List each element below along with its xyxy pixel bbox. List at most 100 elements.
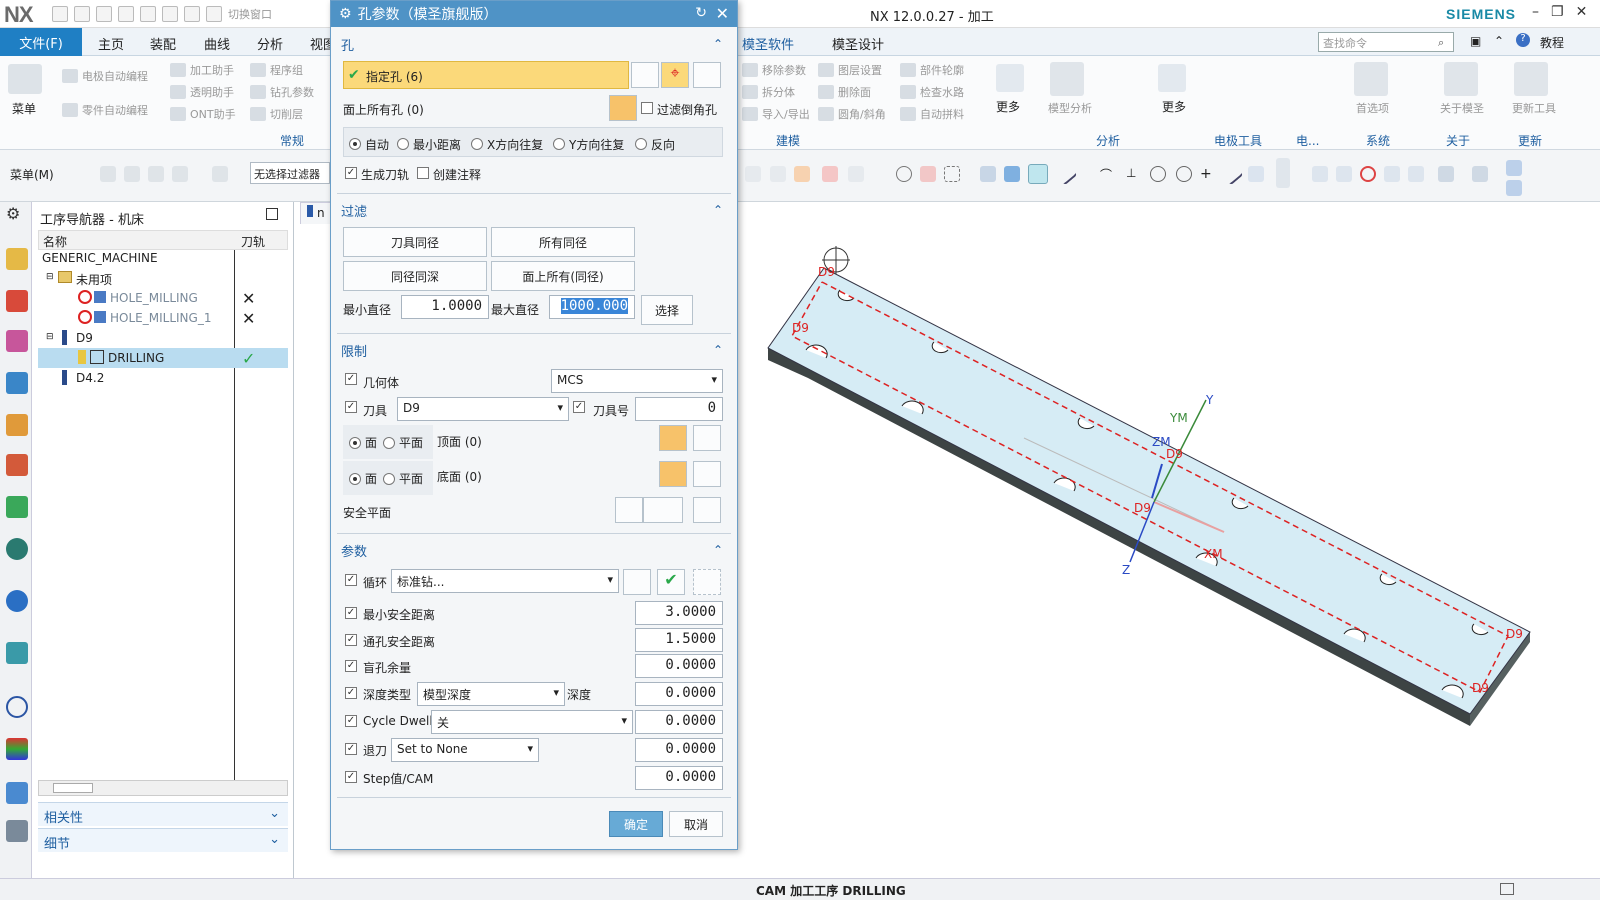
ribbon-part-auto[interactable]: 零件自动编程 [62, 102, 148, 118]
mode-auto-radio[interactable] [349, 138, 361, 150]
snap-icon[interactable] [100, 166, 116, 182]
fit-icon[interactable] [1312, 166, 1328, 182]
menu-dropdown[interactable]: 菜单(M) [10, 166, 54, 183]
more-analysis-icon[interactable] [1158, 64, 1186, 92]
cycle-apply-icon[interactable]: ✔ [657, 569, 685, 595]
ribbon-fillet-chamfer[interactable]: 圆角/斜角 [818, 106, 886, 122]
geometry-checkbox[interactable] [345, 373, 357, 385]
restore-icon[interactable]: ❐ [1551, 4, 1564, 20]
assembly-nav-icon[interactable] [6, 248, 28, 270]
tree-row[interactable]: ⊟ D9 [38, 328, 288, 348]
ribbon-options-icon[interactable]: ▣ [1470, 34, 1481, 48]
cycle-dwell-input[interactable]: 0.0000 [635, 710, 723, 734]
fullscreen-icon[interactable] [1500, 883, 1514, 895]
scrollbar-thumb[interactable] [53, 783, 93, 793]
preferences-icon[interactable] [1354, 62, 1388, 96]
rotate-icon[interactable] [1360, 166, 1376, 182]
cycle-dwell-checkbox[interactable] [345, 715, 357, 727]
about-icon[interactable] [1444, 62, 1478, 96]
snap-icon-3[interactable] [148, 166, 164, 182]
tree-row[interactable]: HOLE_MILLING ✕ [38, 288, 288, 308]
add-hole-icon[interactable] [631, 62, 659, 88]
ribbon-ont-helper[interactable]: ONT助手 [170, 106, 236, 122]
min-dia-input[interactable]: 1.0000 [401, 295, 489, 319]
bottom-face-brush-icon[interactable] [693, 461, 721, 487]
mode-y-zigzag-radio[interactable] [553, 138, 565, 150]
step-input[interactable]: 0.0000 [635, 766, 723, 790]
minimize-icon[interactable]: – [1532, 4, 1539, 20]
create-note-checkbox[interactable] [417, 167, 429, 179]
cut-icon[interactable] [96, 6, 112, 22]
ribbon-machining-helper[interactable]: 加工助手 [170, 62, 234, 78]
close-window-icon[interactable]: ✕ [1576, 4, 1588, 20]
curve-icon[interactable] [745, 166, 761, 182]
chevron-up-icon[interactable]: ⌃ [713, 37, 723, 51]
circle-icon[interactable] [1150, 166, 1166, 182]
ribbon-transparent-helper[interactable]: 透明助手 [170, 84, 234, 100]
command-search-input[interactable]: 查找命令 [1318, 32, 1454, 52]
line-2-icon[interactable] [1220, 162, 1244, 186]
ribbon-import-export[interactable]: 导入/导出 [742, 106, 810, 122]
arc-icon[interactable]: ⌒ [1100, 166, 1116, 182]
help-icon[interactable]: ? [1516, 33, 1530, 47]
tutorial-link[interactable]: 教程 [1540, 34, 1564, 51]
bottom-plane-radio[interactable] [383, 473, 395, 485]
ribbon-update-tools[interactable]: 更新工具 [1512, 100, 1556, 116]
layer-icon[interactable] [1276, 158, 1290, 188]
gen-toolpath-checkbox[interactable] [345, 167, 357, 179]
mode-min-dist-radio[interactable] [397, 138, 409, 150]
tree-row-selected[interactable]: DRILLING ✓ [38, 348, 288, 368]
point-target-icon[interactable]: ⌖ [661, 62, 689, 88]
web-browser-icon[interactable] [6, 642, 28, 664]
part-nav-icon[interactable] [6, 330, 28, 352]
depth-type-checkbox[interactable] [345, 687, 357, 699]
tree-row[interactable]: GENERIC_MACHINE [38, 248, 288, 268]
min-safe-checkbox[interactable] [345, 607, 357, 619]
details-panel[interactable]: 细节 ⌄ [38, 828, 288, 852]
tab-mosheng-design[interactable]: 模圣设计 [832, 34, 884, 53]
tangent-icon[interactable] [920, 166, 936, 182]
filter-chamfer-checkbox[interactable] [641, 102, 653, 114]
section-hole-header[interactable]: 孔 ⌃ [337, 33, 731, 59]
tab-analysis[interactable]: 分析 [257, 34, 283, 53]
library-icon[interactable] [6, 496, 28, 518]
tab-assembly[interactable]: 装配 [150, 34, 176, 53]
ribbon-auto-stock[interactable]: 自动拼料 [900, 106, 964, 122]
collapse-ribbon-icon[interactable]: ⌃ [1494, 34, 1504, 48]
thru-safe-input[interactable]: 1.5000 [635, 628, 723, 652]
tree-row[interactable]: HOLE_MILLING_1 ✕ [38, 308, 288, 328]
step-checkbox[interactable] [345, 771, 357, 783]
mode-reverse-radio[interactable] [635, 138, 647, 150]
ribbon-delete-face[interactable]: 删除面 [818, 84, 871, 100]
snap-icon-2[interactable] [124, 166, 140, 182]
search-icon[interactable]: ⌕ [1438, 36, 1444, 50]
palette-icon[interactable] [6, 738, 28, 760]
section-params-header[interactable]: 参数 ⌃ [337, 539, 731, 565]
ribbon-electrode-auto[interactable]: 电极自动编程 [62, 68, 148, 84]
undo-icon[interactable] [74, 6, 90, 22]
section-filter-header[interactable]: 过滤 ⌃ [337, 199, 731, 225]
thru-safe-checkbox[interactable] [345, 634, 357, 646]
switch-window-icon[interactable] [206, 6, 222, 22]
view-icon[interactable] [1248, 166, 1264, 182]
retract-select[interactable]: Set to None [391, 738, 539, 762]
repeat-icon[interactable] [162, 6, 178, 22]
constraint-nav-icon[interactable] [6, 290, 28, 312]
eye-history-icon[interactable] [6, 538, 28, 560]
more-icon[interactable] [996, 64, 1024, 92]
mode-x-zigzag-radio[interactable] [471, 138, 483, 150]
ribbon-model-analysis[interactable]: 模型分析 [1048, 100, 1092, 116]
vector-icon[interactable] [848, 166, 864, 182]
cycle-select[interactable]: 标准钻... [391, 569, 619, 593]
touch-mode-icon[interactable] [184, 6, 200, 22]
safe-plane-specify-icon[interactable] [643, 497, 683, 523]
maximize-icon[interactable] [266, 208, 278, 220]
ribbon-part-outline[interactable]: 部件轮廓 [900, 62, 964, 78]
operation-nav-icon[interactable] [6, 372, 28, 394]
paste-icon[interactable] [140, 6, 156, 22]
background-icon[interactable] [1472, 166, 1488, 182]
reuse-library-icon[interactable] [6, 454, 28, 476]
ribbon-more-button-2[interactable]: 更多 [1162, 98, 1186, 115]
tool-select[interactable]: D9 [397, 397, 569, 421]
edit-section-icon[interactable] [1506, 160, 1522, 176]
